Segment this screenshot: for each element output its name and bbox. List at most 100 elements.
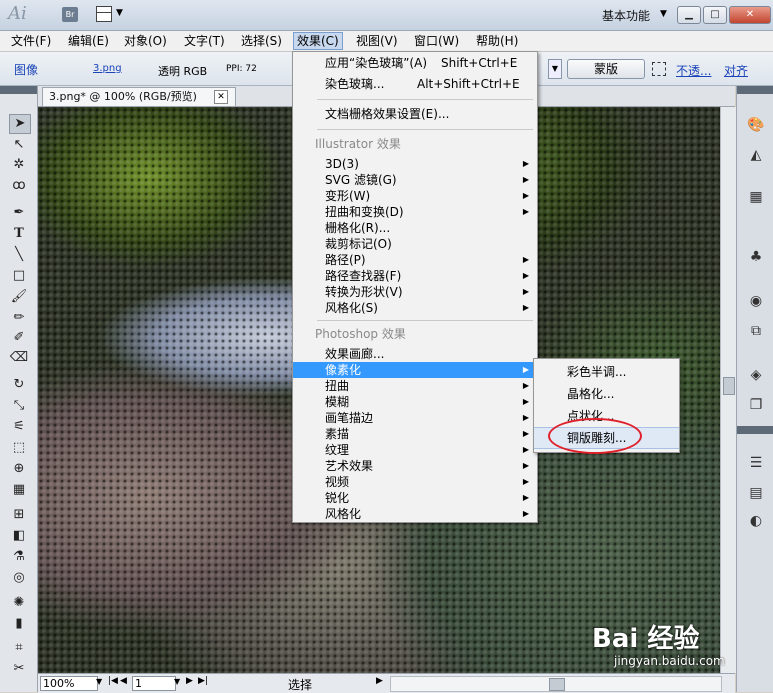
slice-tool-icon[interactable]: ✂ — [9, 660, 29, 678]
free-transform-tool-icon[interactable]: ⬚ — [9, 439, 29, 457]
menu-effect[interactable]: 效果(C) — [293, 32, 343, 50]
menu-item-last-effect[interactable]: 染色玻璃... Alt+Shift+Ctrl+E — [293, 76, 537, 92]
line-tool-icon[interactable]: ╲ — [9, 246, 29, 264]
symbols-panel-icon[interactable]: ♣ — [746, 248, 766, 266]
maximize-button[interactable]: □ — [703, 6, 727, 24]
menu-item-stylize-illustrator[interactable]: 风格化(S) ▶ — [293, 300, 537, 316]
eyedropper-tool-icon[interactable]: ⚗ — [9, 548, 29, 566]
symbol-sprayer-tool-icon[interactable]: ✺ — [9, 594, 29, 612]
swatches-panel-icon[interactable]: ▦ — [746, 188, 766, 206]
eraser-tool-icon[interactable]: ⌫ — [9, 349, 29, 367]
first-artboard-icon[interactable]: |◀ — [108, 676, 118, 686]
color-panel-icon[interactable]: 🎨 — [746, 116, 766, 134]
arrange-documents-button[interactable]: ▼ — [96, 6, 126, 23]
menu-item-distort-transform[interactable]: 扭曲和变换(D) ▶ — [293, 204, 537, 220]
workspace-switcher[interactable]: 基本功能 — [602, 7, 650, 24]
chevron-down-icon[interactable]: ▼ — [660, 9, 667, 19]
color-guide-panel-icon[interactable]: ◭ — [746, 146, 766, 164]
menu-type[interactable]: 文字(T) — [181, 33, 228, 49]
menu-object[interactable]: 对象(O) — [121, 33, 170, 49]
menu-item-warp[interactable]: 变形(W) ▶ — [293, 188, 537, 204]
align-link[interactable]: 对齐 — [724, 62, 748, 79]
align-panel-icon[interactable]: ☰ — [746, 454, 766, 472]
transparency-panel-icon[interactable]: ◐ — [746, 512, 766, 530]
artboards-panel-icon[interactable]: ❐ — [746, 396, 766, 414]
artboard-dropdown-icon[interactable]: ▼ — [174, 677, 180, 686]
column-graph-tool-icon[interactable]: ▮ — [9, 615, 29, 633]
menu-item-texture[interactable]: 纹理 ▶ — [293, 442, 537, 458]
selection-tool-icon[interactable]: ➤ — [9, 114, 31, 134]
mesh-tool-icon[interactable]: ⊞ — [9, 506, 29, 524]
next-artboard-icon[interactable]: ▶ — [186, 676, 193, 686]
rectangle-tool-icon[interactable]: □ — [9, 267, 29, 285]
perspective-grid-tool-icon[interactable]: ▦ — [9, 481, 29, 499]
bridge-button[interactable]: Br — [62, 7, 78, 22]
close-button[interactable]: ✕ — [729, 6, 771, 24]
submenu-item-crystallize[interactable]: 晶格化... — [534, 384, 679, 404]
menu-item-crop-marks[interactable]: 裁剪标记(O) — [293, 236, 537, 252]
transform-icon[interactable] — [652, 62, 666, 76]
opacity-link[interactable]: 不透... — [676, 62, 711, 79]
menu-item-stylize-photoshop[interactable]: 风格化 ▶ — [293, 506, 537, 522]
menu-item-video[interactable]: 视频 ▶ — [293, 474, 537, 490]
vertical-scrollbar[interactable] — [720, 107, 736, 673]
paintbrush-tool-icon[interactable]: 🖌 — [9, 288, 29, 306]
lasso-tool-icon[interactable]: ꝏ — [9, 177, 29, 195]
menu-item-blur[interactable]: 模糊 ▶ — [293, 394, 537, 410]
shape-builder-tool-icon[interactable]: ⊕ — [9, 460, 29, 478]
menu-item-sketch[interactable]: 素描 ▶ — [293, 426, 537, 442]
previous-artboard-icon[interactable]: ◀ — [120, 676, 127, 686]
minimize-button[interactable]: ▁ — [677, 6, 701, 24]
submenu-item-color-halftone[interactable]: 彩色半调... — [534, 362, 679, 382]
menu-edit[interactable]: 编辑(E) — [65, 33, 112, 49]
type-tool-icon[interactable]: T — [9, 225, 29, 243]
menu-item-distort[interactable]: 扭曲 ▶ — [293, 378, 537, 394]
status-menu-icon[interactable]: ▶ — [376, 676, 383, 686]
menu-select[interactable]: 选择(S) — [238, 33, 285, 49]
pencil-tool-icon[interactable]: ✏ — [9, 309, 29, 327]
artboard-number-field[interactable]: 1 — [132, 676, 176, 691]
last-artboard-icon[interactable]: ▶| — [198, 676, 208, 686]
menu-item-raster-settings[interactable]: 文档栅格效果设置(E)... — [293, 106, 537, 122]
close-tab-icon[interactable]: ✕ — [214, 90, 228, 104]
warp-tool-icon[interactable]: ⚟ — [9, 418, 29, 436]
menu-item-sharpen[interactable]: 锐化 ▶ — [293, 490, 537, 506]
menu-file[interactable]: 文件(F) — [8, 33, 54, 49]
appearance-panel-icon[interactable]: ⧉ — [746, 322, 766, 340]
menu-item-convert-to-shape[interactable]: 转换为形状(V) ▶ — [293, 284, 537, 300]
blob-brush-tool-icon[interactable]: ✐ — [9, 329, 29, 347]
menu-item-brush-strokes[interactable]: 画笔描边 ▶ — [293, 410, 537, 426]
horizontal-scrollbar[interactable] — [390, 676, 722, 692]
menu-item-3d[interactable]: 3D(3) ▶ — [293, 156, 537, 172]
scrollbar-thumb[interactable] — [723, 377, 735, 395]
menu-item-svg-filters[interactable]: SVG 滤镜(G) ▶ — [293, 172, 537, 188]
blend-tool-icon[interactable]: ◎ — [9, 569, 29, 587]
scrollbar-thumb[interactable] — [549, 678, 565, 691]
panel-header[interactable] — [737, 86, 773, 94]
gradient-panel-icon[interactable]: ▤ — [746, 484, 766, 502]
menu-item-effect-gallery[interactable]: 效果画廊... — [293, 346, 537, 362]
stroke-panel-icon[interactable]: ◉ — [746, 292, 766, 310]
scale-tool-icon[interactable]: ⤡ — [9, 397, 29, 415]
magic-wand-tool-icon[interactable]: ✲ — [9, 156, 29, 174]
menu-item-pathfinder[interactable]: 路径查找器(F) ▶ — [293, 268, 537, 284]
zoom-dropdown-icon[interactable]: ▼ — [96, 677, 102, 686]
direct-selection-tool-icon[interactable]: ↖ — [9, 136, 29, 154]
menu-view[interactable]: 视图(V) — [353, 33, 401, 49]
menu-item-artistic[interactable]: 艺术效果 ▶ — [293, 458, 537, 474]
menu-window[interactable]: 窗口(W) — [411, 33, 462, 49]
dropdown-arrow-icon[interactable]: ▼ — [548, 59, 562, 79]
rotate-tool-icon[interactable]: ↻ — [9, 376, 29, 394]
pen-tool-icon[interactable]: ✒ — [9, 204, 29, 222]
menu-help[interactable]: 帮助(H) — [473, 33, 521, 49]
panel-header[interactable] — [0, 86, 37, 94]
zoom-field[interactable]: 100% — [40, 676, 98, 691]
mask-button[interactable]: 蒙版 — [567, 59, 645, 79]
menu-item-pixelate[interactable]: 像素化 ▶ — [293, 362, 537, 378]
document-tab[interactable]: 3.png* @ 100% (RGB/预览) — [42, 87, 236, 106]
menu-item-path[interactable]: 路径(P) ▶ — [293, 252, 537, 268]
panel-header[interactable] — [737, 426, 773, 434]
artboard-tool-icon[interactable]: ⌗ — [9, 639, 29, 657]
menu-item-apply-last-effect[interactable]: 应用“染色玻璃”(A) Shift+Ctrl+E — [293, 55, 537, 71]
menu-item-rasterize[interactable]: 栅格化(R)... — [293, 220, 537, 236]
